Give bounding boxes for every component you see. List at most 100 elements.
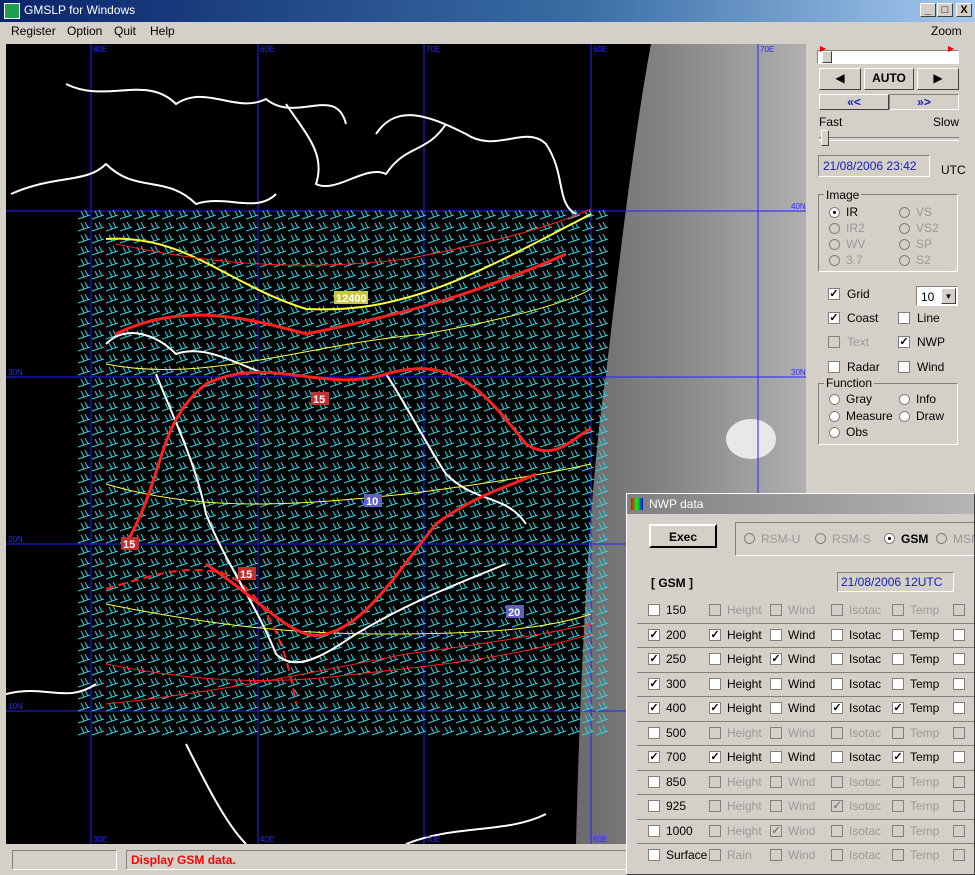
height-checkbox[interactable] [709, 849, 721, 861]
radio-s2[interactable] [899, 255, 910, 266]
isotac-checkbox[interactable] [831, 775, 843, 788]
nwp-dialog-titlebar[interactable]: NWP data [627, 494, 974, 514]
extra-checkbox[interactable] [953, 824, 965, 837]
isotac-checkbox[interactable] [831, 824, 843, 837]
level-checkbox[interactable] [648, 775, 660, 788]
extra-checkbox[interactable] [953, 653, 965, 665]
level-checkbox[interactable] [648, 726, 660, 739]
extra-checkbox[interactable] [953, 800, 965, 812]
isotac-checkbox[interactable] [831, 726, 843, 739]
minimize-button[interactable]: _ [920, 3, 936, 17]
temp-checkbox[interactable] [892, 677, 904, 690]
height-checkbox[interactable] [709, 653, 721, 665]
extra-checkbox[interactable] [953, 726, 965, 739]
level-checkbox[interactable] [648, 849, 660, 861]
wind-checkbox[interactable] [770, 726, 782, 739]
radio-obs[interactable] [829, 427, 840, 438]
radio-ir[interactable] [829, 207, 840, 218]
radio-ir2[interactable] [829, 223, 840, 234]
isotac-checkbox[interactable] [831, 849, 843, 861]
coast-checkbox[interactable]: ✓ [828, 312, 840, 324]
radio-msm[interactable] [936, 533, 947, 544]
temp-checkbox[interactable] [892, 849, 904, 861]
wind-checkbox[interactable]: ✓ [770, 653, 782, 665]
nwp-dialog[interactable]: NWP data Exec RSM-U RSM-S GSM MSM [ GSM … [626, 493, 975, 875]
level-checkbox[interactable] [648, 824, 660, 837]
level-checkbox[interactable]: ✓ [648, 677, 660, 690]
height-checkbox[interactable] [709, 824, 721, 837]
extra-checkbox[interactable] [953, 628, 965, 641]
wind-checkbox[interactable] [770, 775, 782, 788]
level-checkbox[interactable] [648, 800, 660, 812]
height-checkbox[interactable]: ✓ [709, 628, 721, 641]
time-slider[interactable] [817, 50, 959, 64]
wind-checkbox[interactable] [770, 604, 782, 616]
wind-checkbox[interactable] [898, 361, 910, 373]
radio-sp[interactable] [899, 239, 910, 250]
title-bar[interactable]: GMSLP for Windows _ □ X [0, 0, 975, 22]
extra-checkbox[interactable] [953, 677, 965, 690]
extra-checkbox[interactable] [953, 604, 965, 616]
grid-interval-select[interactable]: 10 ▼ [916, 286, 958, 306]
wind-checkbox[interactable] [770, 677, 782, 690]
isotac-checkbox[interactable]: ✓ [831, 800, 843, 812]
temp-checkbox[interactable] [892, 604, 904, 616]
temp-checkbox[interactable]: ✓ [892, 751, 904, 763]
exec-button[interactable]: Exec [649, 524, 717, 548]
height-checkbox[interactable] [709, 726, 721, 739]
radio-info[interactable] [899, 394, 910, 405]
isotac-checkbox[interactable] [831, 604, 843, 616]
temp-checkbox[interactable]: ✓ [892, 702, 904, 714]
radio-3-7[interactable] [829, 255, 840, 266]
extra-checkbox[interactable] [953, 849, 965, 861]
step-forward-button[interactable]: ▶ [917, 68, 959, 90]
level-checkbox[interactable]: ✓ [648, 751, 660, 763]
fast-forward-button[interactable]: »> [889, 94, 959, 110]
height-checkbox[interactable] [709, 677, 721, 690]
radio-rsm-u[interactable] [744, 533, 755, 544]
menu-help[interactable]: Help [150, 24, 175, 38]
wind-checkbox[interactable] [770, 751, 782, 763]
extra-checkbox[interactable] [953, 775, 965, 788]
height-checkbox[interactable]: ✓ [709, 751, 721, 763]
wind-checkbox[interactable] [770, 849, 782, 861]
isotac-checkbox[interactable] [831, 653, 843, 665]
step-back-button[interactable]: ◀ [819, 68, 861, 90]
temp-checkbox[interactable] [892, 824, 904, 837]
line-checkbox[interactable] [898, 312, 910, 324]
level-checkbox[interactable]: ✓ [648, 702, 660, 714]
temp-checkbox[interactable] [892, 653, 904, 665]
temp-checkbox[interactable] [892, 775, 904, 788]
height-checkbox[interactable] [709, 604, 721, 616]
auto-button[interactable]: AUTO [864, 68, 914, 90]
radio-gray[interactable] [829, 394, 840, 405]
isotac-checkbox[interactable] [831, 751, 843, 763]
radio-measure[interactable] [829, 411, 840, 422]
radio-wv[interactable] [829, 239, 840, 250]
menu-register[interactable]: Register [11, 24, 56, 38]
extra-checkbox[interactable] [953, 702, 965, 714]
radio-vs2[interactable] [899, 223, 910, 234]
radio-rsm-s[interactable] [815, 533, 826, 544]
isotac-checkbox[interactable] [831, 628, 843, 641]
height-checkbox[interactable]: ✓ [709, 702, 721, 714]
isotac-checkbox[interactable] [831, 677, 843, 690]
wind-checkbox[interactable] [770, 702, 782, 714]
menu-option[interactable]: Option [67, 24, 102, 38]
level-checkbox[interactable] [648, 604, 660, 616]
radio-gsm[interactable] [884, 533, 895, 544]
grid-checkbox[interactable]: ✓ [828, 288, 840, 300]
height-checkbox[interactable] [709, 775, 721, 788]
radar-checkbox[interactable] [828, 361, 840, 373]
height-checkbox[interactable] [709, 800, 721, 812]
nwp-checkbox[interactable]: ✓ [898, 336, 910, 348]
close-button[interactable]: X [956, 3, 972, 17]
text-checkbox[interactable] [828, 336, 840, 348]
temp-checkbox[interactable] [892, 726, 904, 739]
radio-vs[interactable] [899, 207, 910, 218]
speed-slider-thumb[interactable] [821, 130, 829, 146]
maximize-button[interactable]: □ [937, 3, 953, 17]
level-checkbox[interactable]: ✓ [648, 628, 660, 641]
isotac-checkbox[interactable]: ✓ [831, 702, 843, 714]
rewind-button[interactable]: «< [819, 94, 889, 110]
